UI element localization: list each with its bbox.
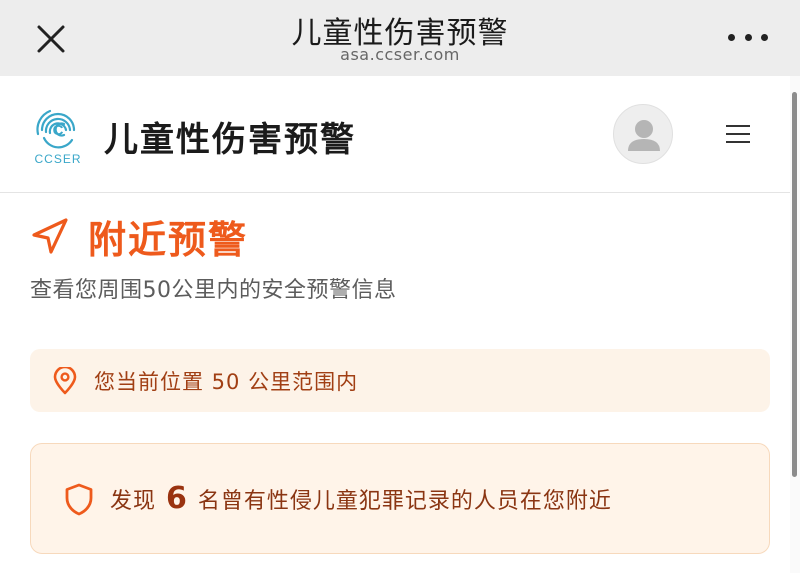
- site-header: C CCSER 儿童性伤害预警: [0, 76, 790, 193]
- svg-text:C: C: [53, 122, 64, 139]
- nearby-heading: 附近预警: [30, 208, 248, 264]
- logo-text: CCSER: [34, 152, 82, 166]
- location-text: 您当前位置 50 公里范围内: [94, 369, 359, 394]
- site-logo[interactable]: C CCSER: [30, 104, 86, 166]
- user-avatar-icon[interactable]: [613, 104, 673, 164]
- site-title: 儿童性伤害预警: [104, 120, 356, 160]
- alert-suffix: 名曾有性侵儿童犯罪记录的人员在您附近: [197, 489, 612, 514]
- browser-url: asa.ccser.com: [340, 45, 460, 64]
- more-dot: [728, 33, 735, 41]
- alert-banner[interactable]: 发现 6 名曾有性侵儿童犯罪记录的人员在您附近: [30, 443, 770, 554]
- location-banner: 您当前位置 50 公里范围内: [30, 349, 770, 412]
- browser-top-bar: 儿童性伤害预警 asa.ccser.com: [0, 0, 800, 76]
- location-pin-icon: [53, 366, 77, 394]
- hamburger-icon[interactable]: [726, 125, 750, 145]
- scrollbar-thumb[interactable]: [792, 92, 797, 477]
- fingerprint-logo: C: [36, 109, 76, 149]
- alert-prefix: 发现: [110, 489, 157, 514]
- more-dot: [761, 33, 768, 41]
- alert-text: 发现 6 名曾有性侵儿童犯罪记录的人员在您附近: [110, 481, 612, 516]
- more-icon[interactable]: [728, 30, 768, 44]
- section-title: 附近预警: [88, 217, 249, 262]
- section-subtitle: 查看您周围50公里内的安全预警信息: [30, 278, 397, 303]
- shield-icon: [65, 483, 93, 515]
- navigation-arrow-icon: [32, 218, 68, 254]
- more-dot: [744, 33, 752, 41]
- alert-count: 6: [166, 481, 188, 516]
